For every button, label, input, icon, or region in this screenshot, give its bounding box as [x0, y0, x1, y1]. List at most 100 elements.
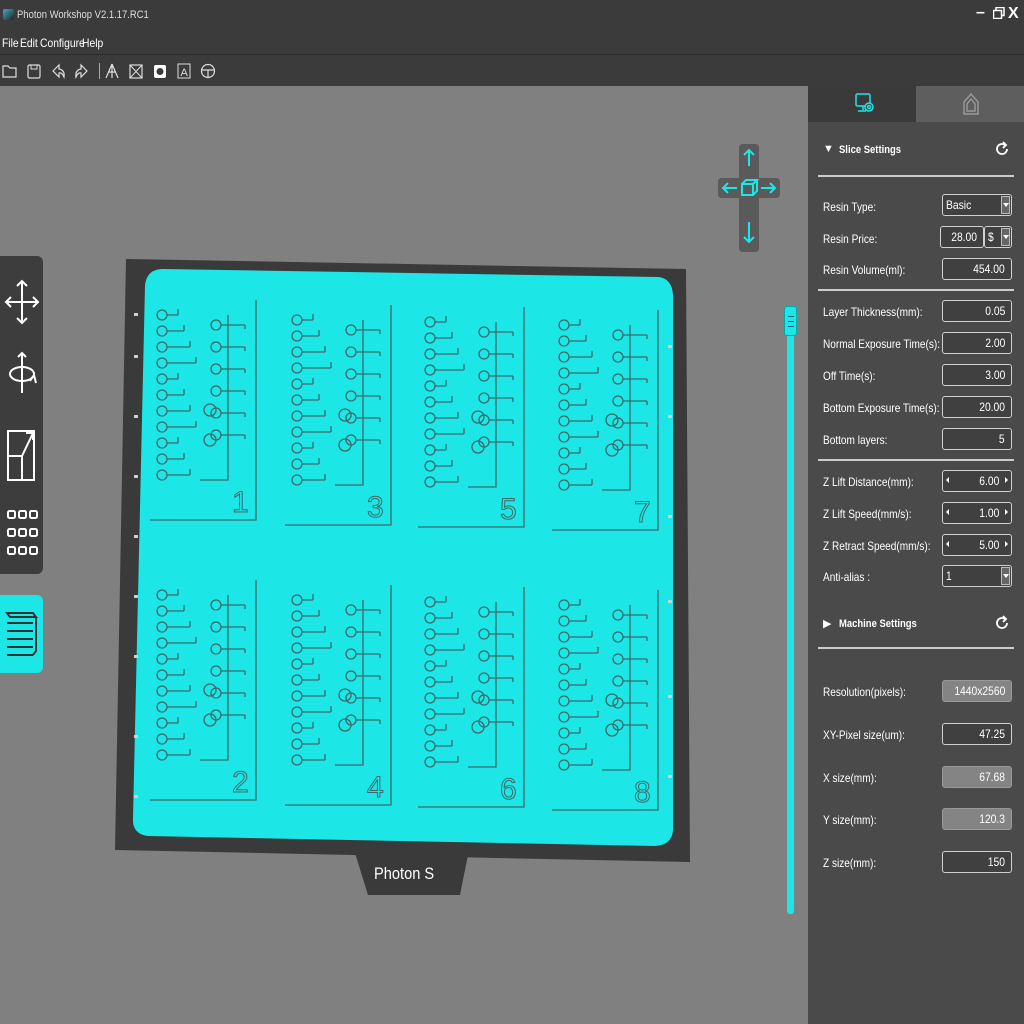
layer-slider-track[interactable] — [787, 308, 794, 914]
bottom-exposure-field[interactable]: 20.00 — [942, 396, 1012, 418]
layer-thickness-label: Layer Thickness(mm): — [823, 305, 923, 319]
resolution-field: 1440x2560 — [942, 680, 1012, 702]
slice-icon[interactable] — [150, 61, 170, 81]
resin-type-label: Resin Type: — [823, 200, 877, 214]
z-retract-speed-stepper[interactable]: 5.00 — [942, 534, 1012, 556]
x-size-label: X size(mm): — [823, 771, 877, 785]
transform-tools-panel — [0, 256, 43, 574]
chevron-down-icon — [1001, 196, 1010, 214]
resin-price-field[interactable]: 28.00 — [940, 226, 984, 248]
move-tool[interactable] — [0, 261, 43, 331]
chevron-down-icon — [1001, 567, 1010, 585]
normal-exposure-label: Normal Exposure Time(s): — [823, 337, 941, 351]
z-size-field[interactable]: 150 — [942, 851, 1012, 873]
menu-configure[interactable]: Configure — [40, 36, 85, 50]
menu-edit[interactable]: Edit — [20, 36, 38, 50]
restore-button[interactable] — [992, 6, 1005, 20]
model-number-label: 5 — [500, 493, 517, 526]
resolution-label: Resolution(pixels): — [823, 685, 906, 699]
model-number-label: 4 — [367, 771, 384, 804]
window-title: Photon Workshop V2.1.17.RC1 — [17, 9, 149, 21]
menu-help[interactable]: Help — [82, 36, 103, 50]
model-number-label: 6 — [500, 773, 517, 806]
view-navigation-control[interactable] — [718, 144, 780, 252]
divider — [818, 289, 1014, 291]
menu-file[interactable]: File — [2, 36, 19, 50]
slice-settings-header: Slice Settings — [839, 144, 902, 156]
anti-alias-select[interactable]: 1 — [942, 565, 1012, 587]
rotate-icon — [9, 351, 37, 393]
z-lift-speed-label: Z Lift Speed(mm/s): — [823, 507, 912, 521]
y-size-field: 120.3 — [942, 808, 1012, 830]
rotate-tool[interactable] — [0, 341, 43, 411]
xy-pixel-size-field[interactable]: 47.25 — [942, 723, 1012, 745]
tab-slice-settings[interactable] — [808, 86, 916, 122]
x-size-field: 67.68 — [942, 766, 1012, 788]
anti-alias-label: Anti-alias : — [823, 570, 871, 584]
support-icon[interactable] — [102, 61, 122, 81]
toolbar: A — [0, 54, 1024, 86]
divider — [818, 459, 1014, 461]
build-plate[interactable]: 1 3 5 7 2 4 6 8 — [110, 255, 700, 905]
resin-type-select[interactable]: Basic — [942, 194, 1012, 216]
close-button[interactable]: X — [1008, 6, 1019, 22]
open-file-icon[interactable] — [0, 61, 20, 81]
slice-settings-collapse-icon[interactable]: ▼ — [823, 143, 834, 155]
bottom-layers-field[interactable]: 5 — [942, 428, 1012, 450]
toolbar-separator — [99, 63, 100, 79]
resin-price-label: Resin Price: — [823, 232, 878, 246]
print-icon[interactable] — [198, 61, 218, 81]
text-icon[interactable]: A — [174, 61, 194, 81]
z-lift-distance-stepper[interactable]: 6.00 — [942, 470, 1012, 492]
divider — [818, 647, 1014, 649]
resin-volume-field[interactable]: 454.00 — [942, 258, 1012, 280]
currency-select[interactable]: $ — [984, 226, 1012, 248]
scale-tool[interactable] — [0, 421, 43, 491]
printer-model-label: Photon S — [374, 864, 435, 883]
scale-icon — [7, 430, 35, 481]
machine-settings-expand-icon[interactable]: ▶ — [823, 617, 831, 630]
z-size-label: Z size(mm): — [823, 856, 877, 870]
z-lift-speed-stepper[interactable]: 1.00 — [942, 502, 1012, 524]
move-icon — [4, 279, 40, 325]
monitor-gear-icon — [855, 93, 874, 112]
xy-pixel-size-label: XY-Pixel size(um): — [823, 728, 905, 742]
app-logo-icon — [3, 9, 14, 20]
chevron-down-icon — [1001, 228, 1010, 246]
machine-settings-header: Machine Settings — [839, 618, 917, 630]
machine-settings-reset-icon[interactable] — [994, 615, 1010, 631]
normal-exposure-field[interactable]: 2.00 — [942, 332, 1012, 354]
layers-icon — [5, 612, 38, 656]
array-tool[interactable] — [0, 501, 43, 571]
hollow-icon[interactable] — [126, 61, 146, 81]
undo-icon[interactable] — [48, 61, 68, 81]
model-number-label: 7 — [634, 496, 651, 529]
layer-thickness-field[interactable]: 0.05 — [942, 300, 1012, 322]
z-lift-distance-label: Z Lift Distance(mm): — [823, 475, 914, 489]
bottom-exposure-label: Bottom Exposure Time(s): — [823, 401, 940, 415]
printer-icon — [963, 92, 979, 115]
layer-slider-handle[interactable] — [784, 306, 797, 336]
menu-bar: File Edit Configure Help — [0, 32, 1024, 54]
save-icon[interactable] — [24, 61, 44, 81]
model-number-label: 1 — [232, 486, 249, 519]
settings-panel: ▼ Slice Settings Resin Type: Basic Resin… — [808, 86, 1024, 1024]
redo-icon[interactable] — [72, 61, 92, 81]
title-bar: Photon Workshop V2.1.17.RC1 – X — [0, 0, 1024, 32]
resin-volume-label: Resin Volume(ml): — [823, 263, 906, 277]
svg-text:A: A — [181, 67, 189, 79]
model-number-label: 2 — [232, 766, 249, 799]
minimize-button[interactable]: – — [976, 5, 985, 21]
off-time-label: Off Time(s): — [823, 369, 876, 383]
tab-machine-settings[interactable] — [916, 86, 1024, 122]
z-retract-speed-label: Z Retract Speed(mm/s): — [823, 539, 931, 553]
slice-settings-reset-icon[interactable] — [994, 141, 1010, 157]
bottom-layers-label: Bottom layers: — [823, 433, 888, 447]
array-icon — [7, 510, 38, 555]
y-size-label: Y size(mm): — [823, 813, 877, 827]
divider — [818, 175, 1014, 177]
model-number-label: 8 — [634, 776, 651, 809]
off-time-field[interactable]: 3.00 — [942, 364, 1012, 386]
layer-preview-button[interactable] — [0, 595, 43, 673]
model-number-label: 3 — [367, 491, 384, 524]
